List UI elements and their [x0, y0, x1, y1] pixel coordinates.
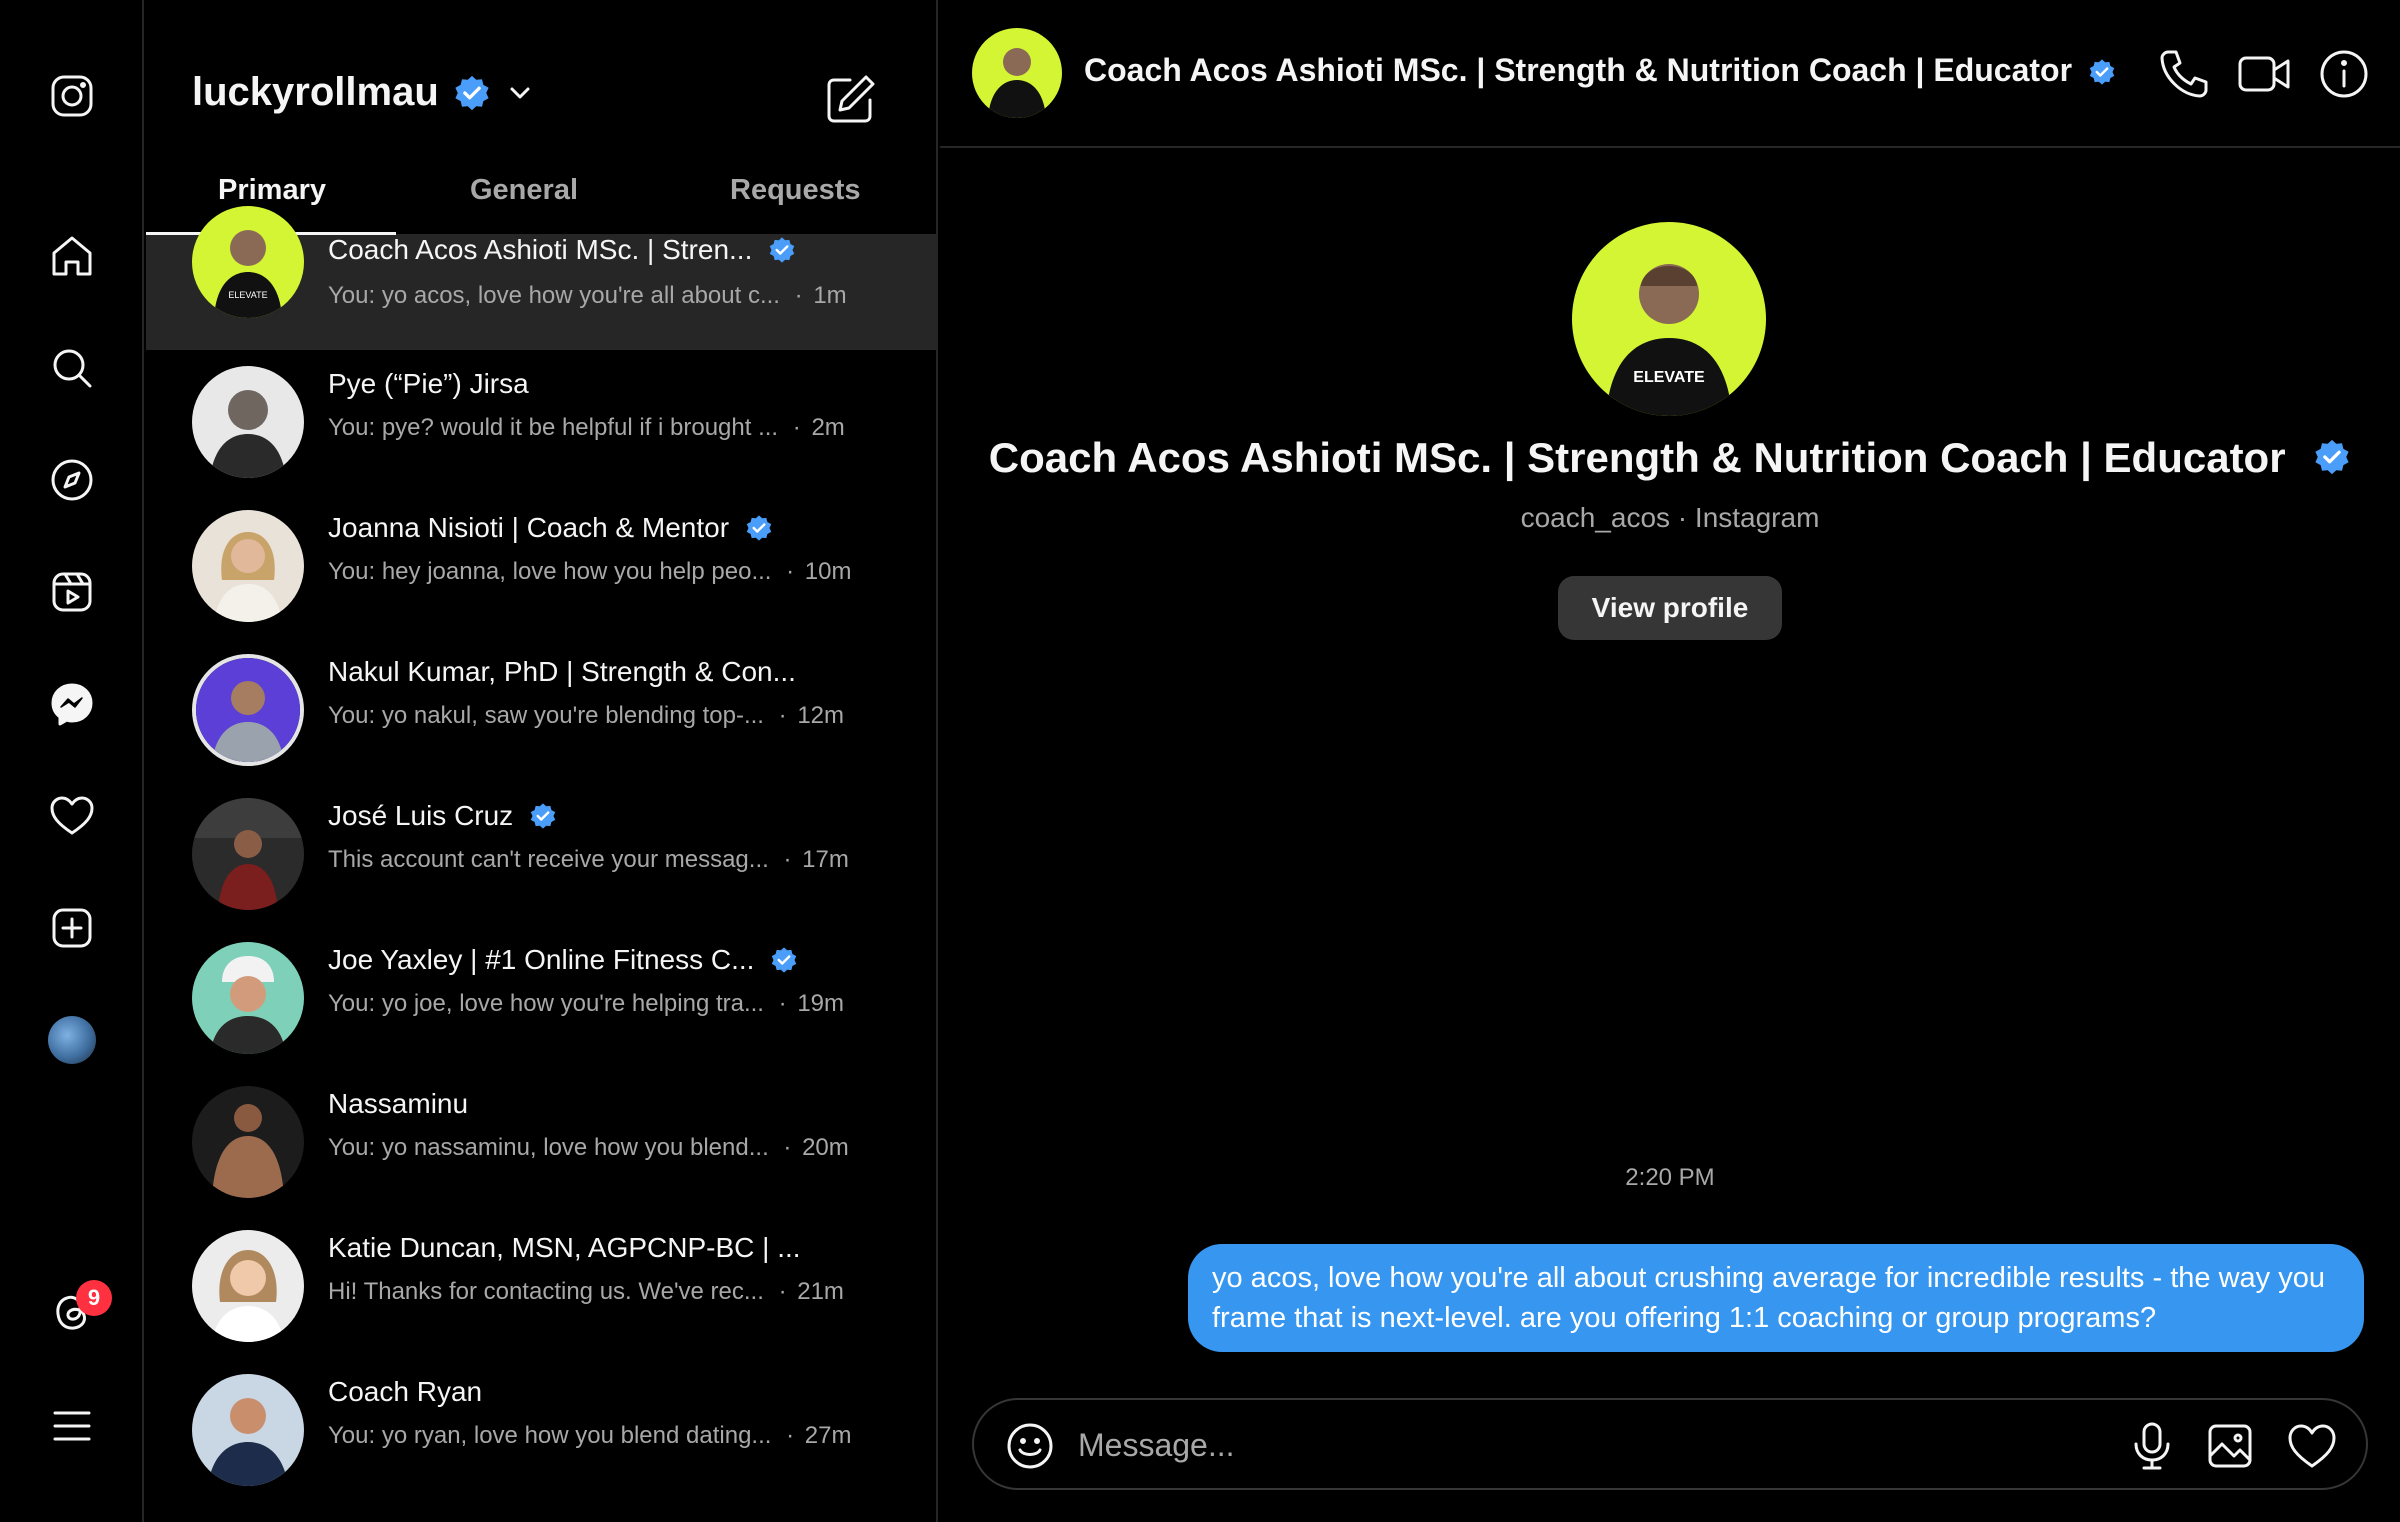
- verified-badge-icon: [529, 802, 557, 830]
- profile-avatar[interactable]: [48, 1016, 96, 1064]
- avatar: [192, 1230, 304, 1342]
- verified-badge-icon: [2313, 438, 2351, 476]
- message-preview: You: hey joanna, love how you help peo..…: [328, 558, 772, 585]
- avatar: ELEVATE: [192, 206, 304, 318]
- message-time: 10m: [804, 558, 852, 585]
- conversation-row-nakul-kumar[interactable]: Nakul Kumar, PhD | Strength & Con... You…: [146, 638, 936, 782]
- conversation-name: Pye (“Pie”) Jirsa: [328, 368, 529, 399]
- chat-header-name: Coach Acos Ashioti MSc. | Strength & Nut…: [1084, 52, 2073, 88]
- conversation-row-joanna-nisioti[interactable]: Joanna Nisioti | Coach & Mentor You: hey…: [146, 494, 936, 638]
- svg-text:ELEVATE: ELEVATE: [1633, 369, 1705, 386]
- message-time: 2m: [811, 414, 845, 441]
- reels-icon[interactable]: [42, 562, 102, 622]
- home-icon[interactable]: [42, 226, 102, 286]
- menu-hamburger-icon[interactable]: [42, 1396, 102, 1456]
- avatar: [192, 654, 304, 766]
- chat-header-title[interactable]: Coach Acos Ashioti MSc. | Strength & Nut…: [1084, 52, 2116, 89]
- instagram-logo-icon[interactable]: [42, 66, 102, 126]
- conversation-row-coach-acos[interactable]: ELEVATE Coach Acos Ashioti MSc. | Stren.…: [146, 206, 936, 350]
- avatar: [192, 942, 304, 1054]
- message-preview: Hi! Thanks for contacting us. We've rec.…: [328, 1278, 764, 1305]
- message-timestamp: 2:20 PM: [1625, 1164, 1715, 1191]
- avatar: [192, 798, 304, 910]
- gallery-image-icon[interactable]: [2204, 1418, 2260, 1474]
- verified-badge-icon: [770, 946, 798, 974]
- explore-compass-icon[interactable]: [42, 450, 102, 510]
- profile-avatar-large: ELEVATE: [1572, 222, 1766, 416]
- account-switcher[interactable]: luckyrollmau: [192, 70, 535, 115]
- account-username: luckyrollmau: [192, 70, 439, 114]
- video-call-icon[interactable]: [2234, 44, 2294, 104]
- message-time: 12m: [797, 702, 845, 729]
- message-preview: This account can't receive your messag..…: [328, 846, 769, 873]
- conversation-name: Joanna Nisioti | Coach & Mentor: [328, 512, 730, 543]
- profile-display-name: Coach Acos Ashioti MSc. | Strength & Nut…: [988, 434, 2286, 481]
- heart-icon[interactable]: [42, 786, 102, 846]
- tab-requests[interactable]: Requests: [730, 174, 861, 207]
- message-composer: [972, 1398, 2368, 1490]
- outgoing-message-bubble[interactable]: yo acos, love how you're all about crush…: [1188, 1244, 2364, 1352]
- conversation-row-katie-duncan[interactable]: Katie Duncan, MSN, AGPCNP-BC | ... Hi! T…: [146, 1214, 936, 1358]
- conversation-row-nassaminu[interactable]: Nassaminu You: yo nassaminu, love how yo…: [146, 1070, 936, 1214]
- notification-badge: 9: [76, 1280, 112, 1316]
- conversation-name: Joe Yaxley | #1 Online Fitness C...: [328, 944, 755, 975]
- conversation-row-jose-luis-cruz[interactable]: José Luis Cruz This account can't receiv…: [146, 782, 936, 926]
- voice-call-icon[interactable]: [2154, 44, 2214, 104]
- tab-general[interactable]: General: [470, 174, 578, 207]
- create-plus-icon[interactable]: [42, 898, 102, 958]
- chat-pane: Coach Acos Ashioti MSc. | Strength & Nut…: [940, 0, 2400, 1522]
- chat-header-avatar[interactable]: [972, 28, 1062, 118]
- verified-badge-icon: [768, 236, 796, 264]
- conversation-info-icon[interactable]: [2314, 44, 2374, 104]
- tab-primary[interactable]: Primary: [218, 174, 326, 207]
- svg-text:ELEVATE: ELEVATE: [228, 290, 267, 300]
- message-preview: You: pye? would it be helpful if i broug…: [328, 414, 779, 441]
- message-time: 21m: [797, 1278, 844, 1305]
- avatar: [192, 1086, 304, 1198]
- view-profile-button[interactable]: View profile: [1558, 576, 1782, 640]
- chat-header: Coach Acos Ashioti MSc. | Strength & Nut…: [940, 0, 2400, 148]
- conversation-rows: ELEVATE Coach Acos Ashioti MSc. | Stren.…: [146, 206, 936, 1502]
- message-time: 1m: [813, 282, 847, 309]
- avatar: [192, 1374, 304, 1486]
- conversation-name: Nakul Kumar, PhD | Strength & Con...: [328, 656, 796, 687]
- conversation-name: Nassaminu: [328, 1088, 469, 1119]
- message-preview: You: yo joe, love how you're helping tra…: [328, 990, 764, 1017]
- avatar: [192, 510, 304, 622]
- emoji-icon[interactable]: [1004, 1420, 1056, 1472]
- message-time: 27m: [804, 1422, 852, 1449]
- search-icon[interactable]: [42, 338, 102, 398]
- message-preview: You: yo ryan, love how you blend dating.…: [328, 1422, 772, 1449]
- conversation-name: Katie Duncan, MSN, AGPCNP-BC | ...: [328, 1232, 801, 1263]
- new-message-compose-icon[interactable]: [820, 70, 880, 130]
- left-nav-rail: 9: [0, 0, 144, 1522]
- message-preview: You: yo acos, love how you're all about …: [328, 282, 780, 309]
- like-heart-icon[interactable]: [2284, 1418, 2340, 1474]
- conversation-row-pye-jirsa[interactable]: Pye (“Pie”) Jirsa You: pye? would it be …: [146, 350, 936, 494]
- conversation-list-panel: luckyrollmau Primary General Requests EL…: [146, 0, 938, 1522]
- message-time: 20m: [802, 1134, 849, 1161]
- profile-display-name-block: Coach Acos Ashioti MSc. | Strength & Nut…: [940, 434, 2400, 482]
- microphone-icon[interactable]: [2124, 1418, 2180, 1474]
- message-time: 19m: [797, 990, 845, 1017]
- conversation-name: Coach Ryan: [328, 1376, 483, 1407]
- chevron-down-icon: [505, 78, 535, 108]
- conversation-row-coach-ryan[interactable]: Coach Ryan You: yo ryan, love how you bl…: [146, 1358, 936, 1502]
- message-time: 17m: [802, 846, 849, 873]
- conversation-name: José Luis Cruz: [328, 800, 514, 831]
- avatar: [192, 366, 304, 478]
- message-input[interactable]: [1078, 1416, 2078, 1474]
- messenger-icon[interactable]: [42, 674, 102, 734]
- conversation-name: Coach Acos Ashioti MSc. | Stren...: [328, 234, 753, 265]
- message-preview: You: yo nakul, saw you're blending top-.…: [328, 702, 764, 729]
- verified-badge-icon: [453, 74, 491, 112]
- conversation-row-joe-yaxley[interactable]: Joe Yaxley | #1 Online Fitness C... You:…: [146, 926, 936, 1070]
- message-preview: You: yo nassaminu, love how you blend...: [328, 1134, 769, 1161]
- profile-handle: coach_acos · Instagram: [1520, 502, 1820, 533]
- verified-badge-icon: [2088, 57, 2116, 85]
- verified-badge-icon: [745, 514, 773, 542]
